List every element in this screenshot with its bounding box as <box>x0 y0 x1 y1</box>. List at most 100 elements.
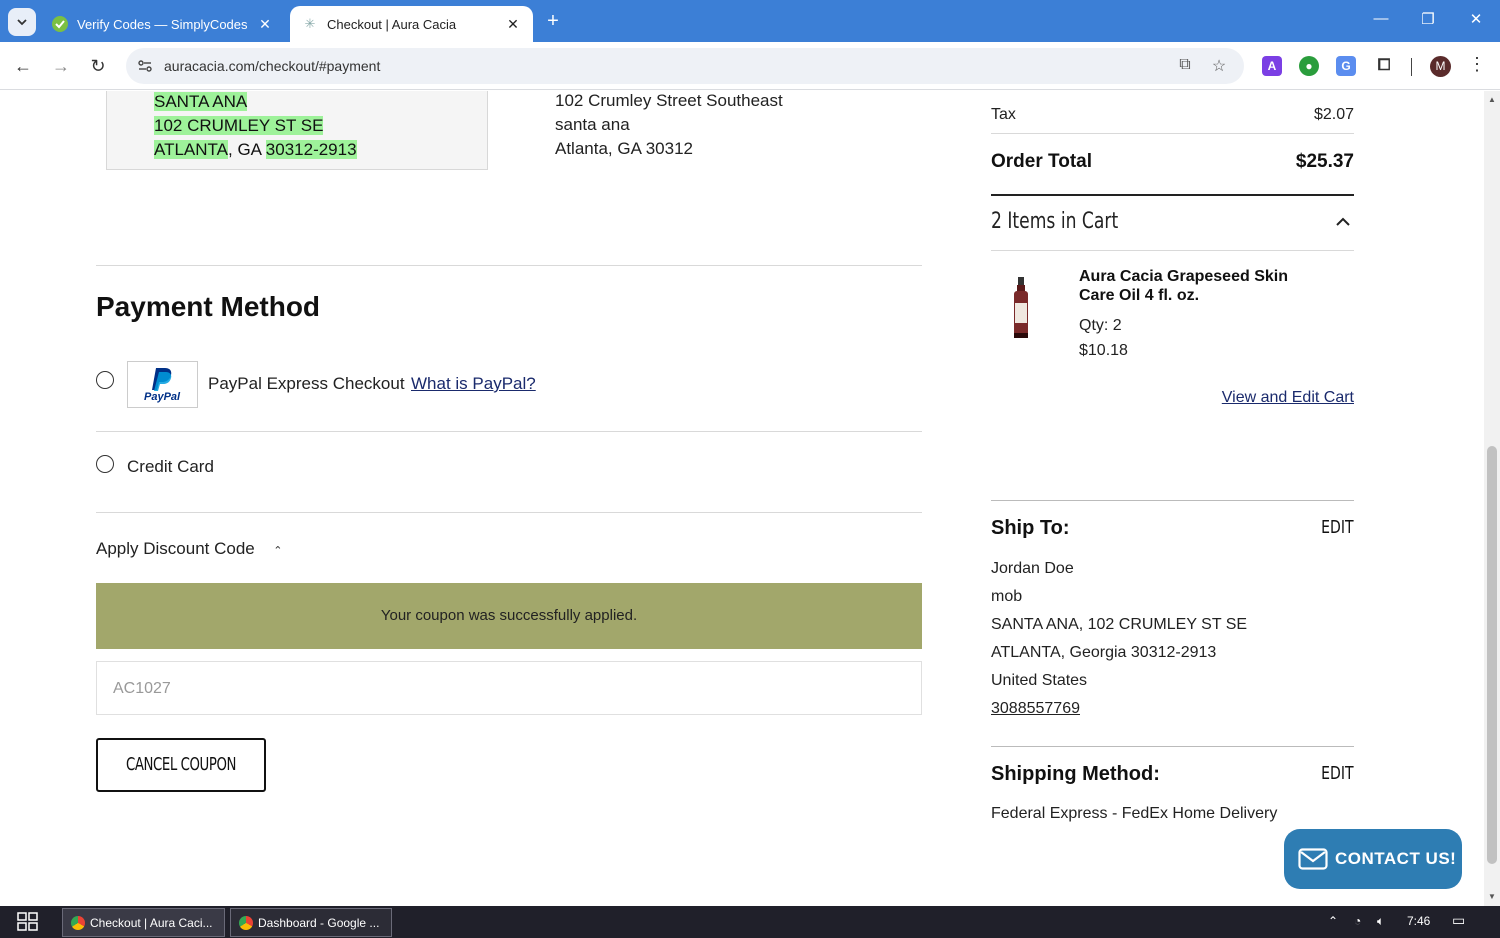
os-taskbar: Checkout | Aura Caci... Dashboard - Goog… <box>0 906 1500 938</box>
chevron-up-icon: ⌃ <box>273 545 283 557</box>
address-line: 102 Crumley Street Southeast <box>555 91 783 110</box>
divider <box>991 746 1354 747</box>
ship-to-line: Jordan Doe <box>991 560 1074 577</box>
browser-tab-bar: Verify Codes — SimplyCodes ✕ ✳ Checkout … <box>0 0 1500 42</box>
ship-to-line: ATLANTA, Georgia 30312-2913 <box>991 644 1217 661</box>
suggested-address-card[interactable]: SANTA ANA 102 CRUMLEY ST SE ATLANTA, GA … <box>106 91 488 170</box>
restore-icon[interactable]: ❐ <box>1413 10 1443 28</box>
what-is-paypal-link[interactable]: What is PayPal? <box>411 374 536 394</box>
shipping-method-heading: Shipping Method: <box>991 763 1160 785</box>
edit-label: EDIT <box>1321 517 1354 538</box>
tab-search-button[interactable] <box>8 8 36 36</box>
tab-simplycodes[interactable]: Verify Codes — SimplyCodes ✕ <box>40 6 285 42</box>
taskbar-item-dashboard[interactable]: Dashboard - Google ... <box>230 908 392 937</box>
extension-translate-icon[interactable]: G <box>1336 56 1356 76</box>
address-line: santa ana <box>555 115 630 134</box>
product-bottle-image[interactable] <box>1010 277 1032 339</box>
shipping-method-value: Federal Express - FedEx Home Delivery <box>991 805 1278 822</box>
chrome-icon <box>71 915 85 930</box>
browser-menu-icon[interactable]: ⋮ <box>1468 54 1486 75</box>
minimize-icon[interactable]: — <box>1366 10 1396 27</box>
address-line: SANTA ANA <box>154 92 248 111</box>
ship-to-phone-link[interactable]: 3088557769 <box>991 700 1080 718</box>
divider <box>96 512 922 513</box>
divider <box>96 265 922 266</box>
coupon-success-banner: Your coupon was successfully applied. <box>96 583 922 649</box>
edit-ship-to-link[interactable]: EDIT <box>1300 517 1354 538</box>
paypal-logo: PayPal <box>127 361 198 408</box>
close-tab-icon[interactable]: ✕ <box>505 16 521 33</box>
product-qty: Qty: 2 <box>1079 317 1122 334</box>
wifi-icon[interactable]: ◔ <box>1354 914 1361 928</box>
tab-title: Verify Codes — SimplyCodes <box>77 16 248 32</box>
volume-icon[interactable]: 🔈︎ <box>1377 914 1384 929</box>
taskbar-item-label: Checkout | Aura Caci... <box>90 915 213 930</box>
extension-a-icon[interactable]: A <box>1262 56 1282 76</box>
order-total-value: $25.37 <box>1295 151 1354 172</box>
close-tab-icon[interactable]: ✕ <box>257 16 273 33</box>
discount-code-input[interactable]: AC1027 <box>96 661 922 715</box>
ship-to-line: mob <box>991 588 1023 605</box>
edit-label: EDIT <box>1321 763 1354 784</box>
apply-discount-label: Apply Discount Code <box>96 539 255 558</box>
contact-us-button[interactable]: CONTACT US! <box>1284 829 1462 889</box>
start-grid-icon[interactable] <box>17 912 39 932</box>
site-settings-icon[interactable] <box>136 57 154 75</box>
url-text: auracacia.com/checkout/#payment <box>164 58 381 74</box>
edit-shipping-method-link[interactable]: EDIT <box>1300 763 1354 784</box>
cart-toggle[interactable]: 2 Items in Cart <box>991 209 1354 239</box>
scroll-down-arrow-icon[interactable]: ▼ <box>1487 892 1497 901</box>
paypal-radio[interactable] <box>96 371 114 389</box>
extensions-puzzle-icon[interactable]: ⧠ <box>1374 56 1394 76</box>
ship-to-line: SANTA ANA, 102 CRUMLEY ST SE <box>991 616 1248 633</box>
bookmark-star-icon[interactable]: ☆ <box>1209 56 1229 76</box>
checkout-page: SANTA ANA 102 CRUMLEY ST SE ATLANTA, GA … <box>0 91 1484 906</box>
tab-title: Checkout | Aura Cacia <box>327 16 457 32</box>
divider <box>991 133 1354 134</box>
close-window-icon[interactable]: ✕ <box>1461 10 1491 28</box>
apply-discount-toggle[interactable]: Apply Discount Code ⌃ <box>96 539 282 559</box>
chevron-up-icon <box>1336 217 1350 226</box>
coupon-success-message: Your coupon was successfully applied. <box>380 607 638 624</box>
aura-cacia-favicon-icon: ✳ <box>304 16 316 31</box>
items-in-cart-heading: 2 Items in Cart <box>991 209 1119 234</box>
cancel-coupon-button[interactable]: CANCEL COUPON <box>96 738 266 792</box>
tax-label: Tax <box>991 106 1016 123</box>
scrollbar-thumb[interactable] <box>1487 446 1497 864</box>
address-line: 102 CRUMLEY ST SE <box>154 116 324 135</box>
chrome-icon <box>239 915 253 930</box>
clock-time[interactable]: 7:46 <box>1407 914 1430 928</box>
taskbar-item-checkout[interactable]: Checkout | Aura Caci... <box>62 908 225 937</box>
address-state: , GA <box>228 140 266 159</box>
view-edit-cart-link[interactable]: View and Edit Cart <box>1190 389 1354 407</box>
browser-toolbar: ← → ↻ auracacia.com/checkout/#payment ⧉ … <box>0 42 1500 90</box>
order-total-label: Order Total <box>991 151 1092 172</box>
tab-aura-cacia-checkout[interactable]: ✳ Checkout | Aura Cacia ✕ <box>290 6 533 42</box>
discount-code-value: AC1027 <box>113 680 171 697</box>
taskbar-item-label: Dashboard - Google ... <box>258 915 380 930</box>
translate-icon[interactable]: ⧉ <box>1175 56 1195 76</box>
chevron-down-icon <box>17 19 27 26</box>
forward-arrow-icon[interactable]: → <box>49 54 73 78</box>
tray-chevron-up-icon[interactable]: ⌃ <box>1328 914 1338 928</box>
profile-avatar[interactable]: M <box>1430 56 1451 77</box>
notifications-icon[interactable]: ▭ <box>1452 912 1465 929</box>
mail-icon <box>1298 848 1328 870</box>
ship-to-line: United States <box>991 672 1088 689</box>
back-arrow-icon[interactable]: ← <box>11 54 35 78</box>
total-divider <box>991 194 1354 196</box>
page-scrollbar[interactable]: ▲ ▼ <box>1484 91 1500 906</box>
credit-card-radio[interactable] <box>96 455 114 473</box>
extension-green-icon[interactable]: ● <box>1299 56 1319 76</box>
reload-icon[interactable]: ↻ <box>86 54 110 78</box>
scroll-up-arrow-icon[interactable]: ▲ <box>1487 95 1497 104</box>
divider <box>991 250 1354 251</box>
simplycodes-favicon-icon <box>52 16 68 32</box>
toolbar-divider <box>1411 58 1412 76</box>
divider <box>96 431 922 432</box>
new-tab-button[interactable]: + <box>541 10 565 33</box>
payment-method-heading: Payment Method <box>96 291 321 322</box>
address-bar[interactable]: auracacia.com/checkout/#payment ⧉ ☆ <box>126 48 1244 84</box>
tax-value: $2.07 <box>1313 106 1354 123</box>
product-name: Aura Cacia Grapeseed Skin Care Oil 4 fl.… <box>1079 268 1288 304</box>
